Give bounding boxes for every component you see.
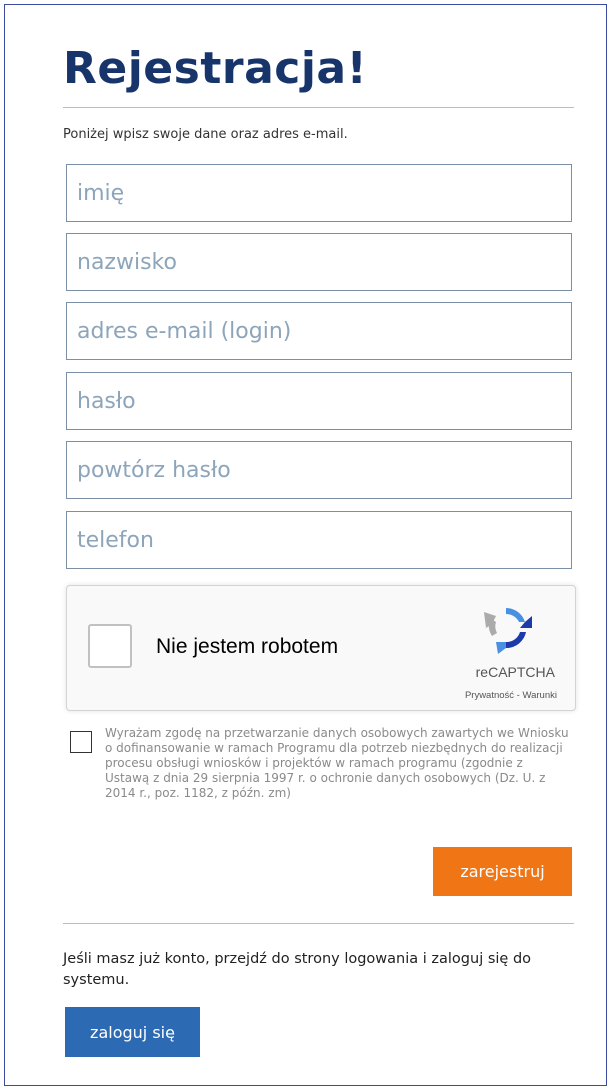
title-divider: [63, 107, 574, 108]
recaptcha-label: Nie jestem robotem: [156, 635, 339, 658]
recaptcha-logo-icon: [484, 608, 532, 654]
first-name-input[interactable]: [66, 164, 572, 222]
password-input[interactable]: [66, 372, 572, 430]
registration-panel: Rejestracja! Poniżej wpisz swoje dane or…: [4, 4, 607, 1086]
recaptcha-links-separator: -: [514, 690, 523, 701]
recaptcha-brand: reCAPTCHA: [475, 664, 555, 680]
login-button[interactable]: zaloguj się: [65, 1007, 200, 1057]
phone-input[interactable]: [66, 511, 572, 569]
login-divider: [63, 923, 574, 924]
recaptcha-privacy-link[interactable]: Prywatność: [465, 690, 514, 701]
intro-text: Poniżej wpisz swoje dane oraz adres e-ma…: [63, 127, 348, 142]
page-title: Rejestracja!: [63, 43, 368, 94]
password-repeat-input[interactable]: [66, 441, 572, 499]
email-input[interactable]: [66, 302, 572, 360]
recaptcha-terms-link[interactable]: Warunki: [523, 690, 558, 701]
last-name-input[interactable]: [66, 233, 572, 291]
consent-checkbox[interactable]: [70, 731, 92, 753]
recaptcha-links: Prywatność - Warunki: [397, 690, 557, 702]
recaptcha-checkbox[interactable]: [88, 624, 132, 668]
recaptcha-widget: Nie jestem robotem reCAPTCHA Prywatność …: [66, 585, 576, 711]
login-info-text: Jeśli masz już konto, przejdź do strony …: [63, 951, 532, 988]
register-button[interactable]: zarejestruj: [433, 847, 572, 896]
consent-text: Wyrażam zgodę na przetwarzanie danych os…: [105, 726, 569, 800]
